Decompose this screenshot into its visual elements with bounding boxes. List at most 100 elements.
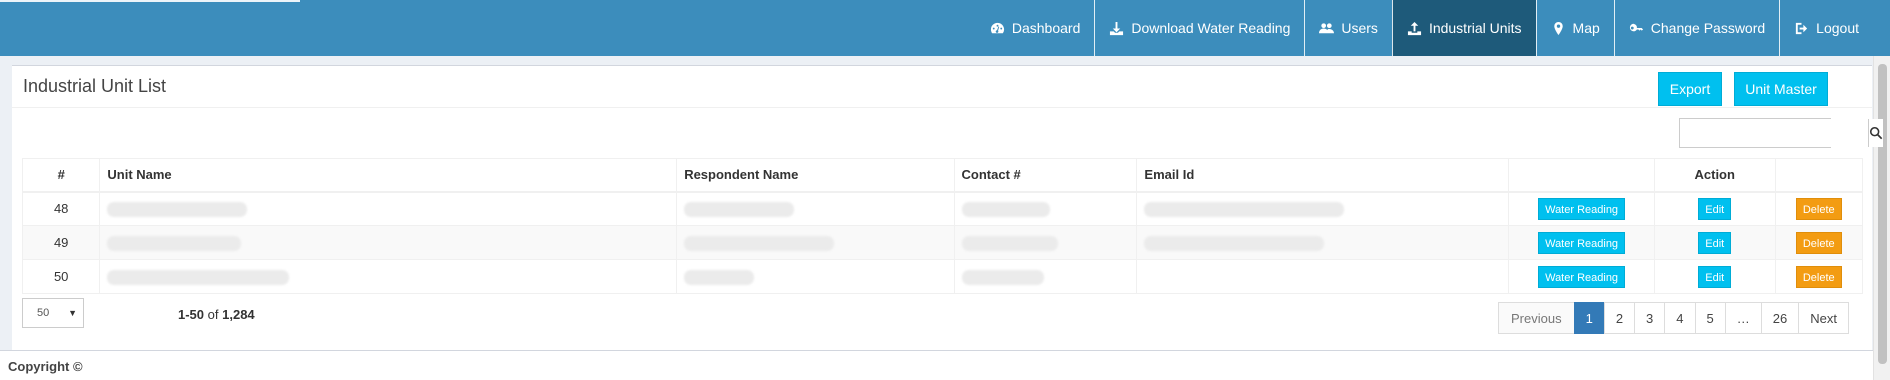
redacted-text [684, 201, 795, 217]
search-input[interactable] [1680, 119, 1868, 147]
previous-page-button[interactable]: Previous [1498, 302, 1575, 334]
contact-cell [953, 259, 1138, 294]
redacted-text [961, 269, 1044, 285]
map-marker-icon [1553, 21, 1563, 35]
unit-master-button[interactable]: Unit Master [1734, 72, 1828, 106]
contact-cell [953, 225, 1138, 260]
total-count: 1,284 [222, 307, 255, 322]
column-header-email[interactable]: Email Id [1136, 158, 1510, 193]
nav-item-label: Dashboard [1011, 20, 1081, 36]
nav-item-change-password[interactable]: Change Password [1613, 0, 1779, 56]
download-icon [1110, 21, 1124, 35]
nav-item-dashboard[interactable]: Dashboard [976, 0, 1095, 56]
scrollbar-thumb[interactable] [1878, 64, 1887, 364]
email-cell [1136, 225, 1510, 260]
nav-item-label: Change Password [1650, 20, 1766, 36]
page-button-26[interactable]: 26 [1760, 302, 1800, 334]
users-icon [1319, 22, 1335, 33]
edit-cell: Edit [1653, 259, 1776, 294]
nav-item-logout[interactable]: Logout [1779, 0, 1873, 56]
nav-item-users[interactable]: Users [1304, 0, 1392, 56]
delete-button[interactable]: Delete [1795, 231, 1842, 254]
email-cell [1136, 259, 1510, 294]
column-header-unit-name[interactable]: Unit Name [99, 158, 678, 193]
record-range-info: 1-50 of 1,284 [178, 307, 255, 322]
column-header-water-reading [1508, 158, 1655, 193]
redacted-text [1144, 235, 1325, 251]
water-reading-button[interactable]: Water Reading [1538, 265, 1626, 288]
pagination: Previous 1 2 3 4 5 … 26 Next [1498, 302, 1849, 334]
redacted-text [107, 235, 242, 251]
vertical-scrollbar[interactable] [1873, 56, 1890, 380]
water-reading-button[interactable]: Water Reading [1538, 231, 1626, 254]
page-button-1[interactable]: 1 [1573, 302, 1605, 334]
edit-cell: Edit [1653, 225, 1776, 260]
range-of-label: of [207, 307, 219, 322]
page-size-select[interactable]: 50 ▼ [22, 298, 84, 328]
respondent-name-cell [676, 225, 955, 260]
key-icon [1629, 23, 1643, 31]
page-button-5[interactable]: 5 [1694, 302, 1726, 334]
redacted-text [1144, 201, 1345, 217]
units-table: # Unit Name Respondent Name Contact # Em… [21, 158, 1864, 294]
nav-item-industrial-units[interactable]: Industrial Units [1391, 0, 1536, 56]
page-title: Industrial Unit List [23, 76, 167, 96]
column-header-contact[interactable]: Contact # [953, 158, 1138, 193]
water-reading-button[interactable]: Water Reading [1538, 197, 1626, 220]
page-footer: Copyright © [0, 350, 1873, 380]
redacted-text [961, 235, 1058, 251]
nav-item-map[interactable]: Map [1535, 0, 1614, 56]
table-header-row: # Unit Name Respondent Name Contact # Em… [21, 158, 1864, 193]
row-index: 48 [21, 191, 101, 226]
delete-button[interactable]: Delete [1795, 265, 1842, 288]
sign-out-icon [1796, 22, 1808, 34]
nav-item-label: Users [1341, 20, 1378, 36]
panel-divider [12, 107, 1872, 108]
column-header-respondent-name[interactable]: Respondent Name [676, 158, 955, 193]
search-button[interactable] [1868, 119, 1883, 147]
next-page-button[interactable]: Next [1798, 302, 1849, 334]
main-nav: Dashboard Download Water Reading Users I… [976, 0, 1873, 56]
nav-item-label: Logout [1816, 20, 1859, 36]
page-button-4[interactable]: 4 [1664, 302, 1696, 334]
export-button[interactable]: Export [1658, 72, 1722, 106]
page-ellipsis: … [1724, 302, 1762, 334]
respondent-name-cell [676, 259, 955, 294]
logo-strip [0, 0, 300, 2]
nav-item-label: Industrial Units [1428, 20, 1522, 36]
page-size-value: 50 [37, 307, 50, 319]
column-header-delete [1774, 158, 1864, 193]
column-header-action: Action [1653, 158, 1776, 193]
email-cell [1136, 191, 1510, 226]
table-row: 50 Water Reading Edit Delete [21, 259, 1864, 294]
search-box [1679, 118, 1883, 148]
edit-button[interactable]: Edit [1698, 265, 1732, 288]
page-button-3[interactable]: 3 [1634, 302, 1666, 334]
table-row: 49 Water Reading Edit Delete [21, 225, 1864, 260]
upload-icon [1407, 21, 1421, 35]
nav-item-label: Map [1572, 20, 1600, 36]
edit-cell: Edit [1653, 191, 1776, 226]
water-reading-cell: Water Reading [1508, 191, 1655, 226]
page-button-2[interactable]: 2 [1603, 302, 1636, 334]
delete-button[interactable]: Delete [1795, 197, 1842, 220]
range-value: 1-50 [178, 307, 205, 322]
redacted-text [107, 269, 290, 285]
top-navbar: Dashboard Download Water Reading Users I… [0, 0, 1890, 56]
delete-cell: Delete [1774, 191, 1864, 226]
delete-cell: Delete [1774, 259, 1864, 294]
redacted-text [107, 201, 248, 217]
column-header-index[interactable]: # [21, 158, 101, 193]
edit-button[interactable]: Edit [1698, 231, 1732, 254]
redacted-text [684, 269, 755, 285]
unit-name-cell [99, 225, 678, 260]
edit-button[interactable]: Edit [1698, 197, 1732, 220]
unit-name-cell [99, 191, 678, 226]
row-index: 50 [21, 259, 101, 294]
redacted-text [961, 201, 1050, 217]
chevron-down-icon: ▼ [68, 308, 77, 318]
unit-name-cell [99, 259, 678, 294]
nav-item-download-water-reading[interactable]: Download Water Reading [1094, 0, 1304, 56]
industrial-unit-panel: Industrial Unit List Export Unit Master … [12, 65, 1883, 350]
search-icon [1869, 126, 1883, 140]
